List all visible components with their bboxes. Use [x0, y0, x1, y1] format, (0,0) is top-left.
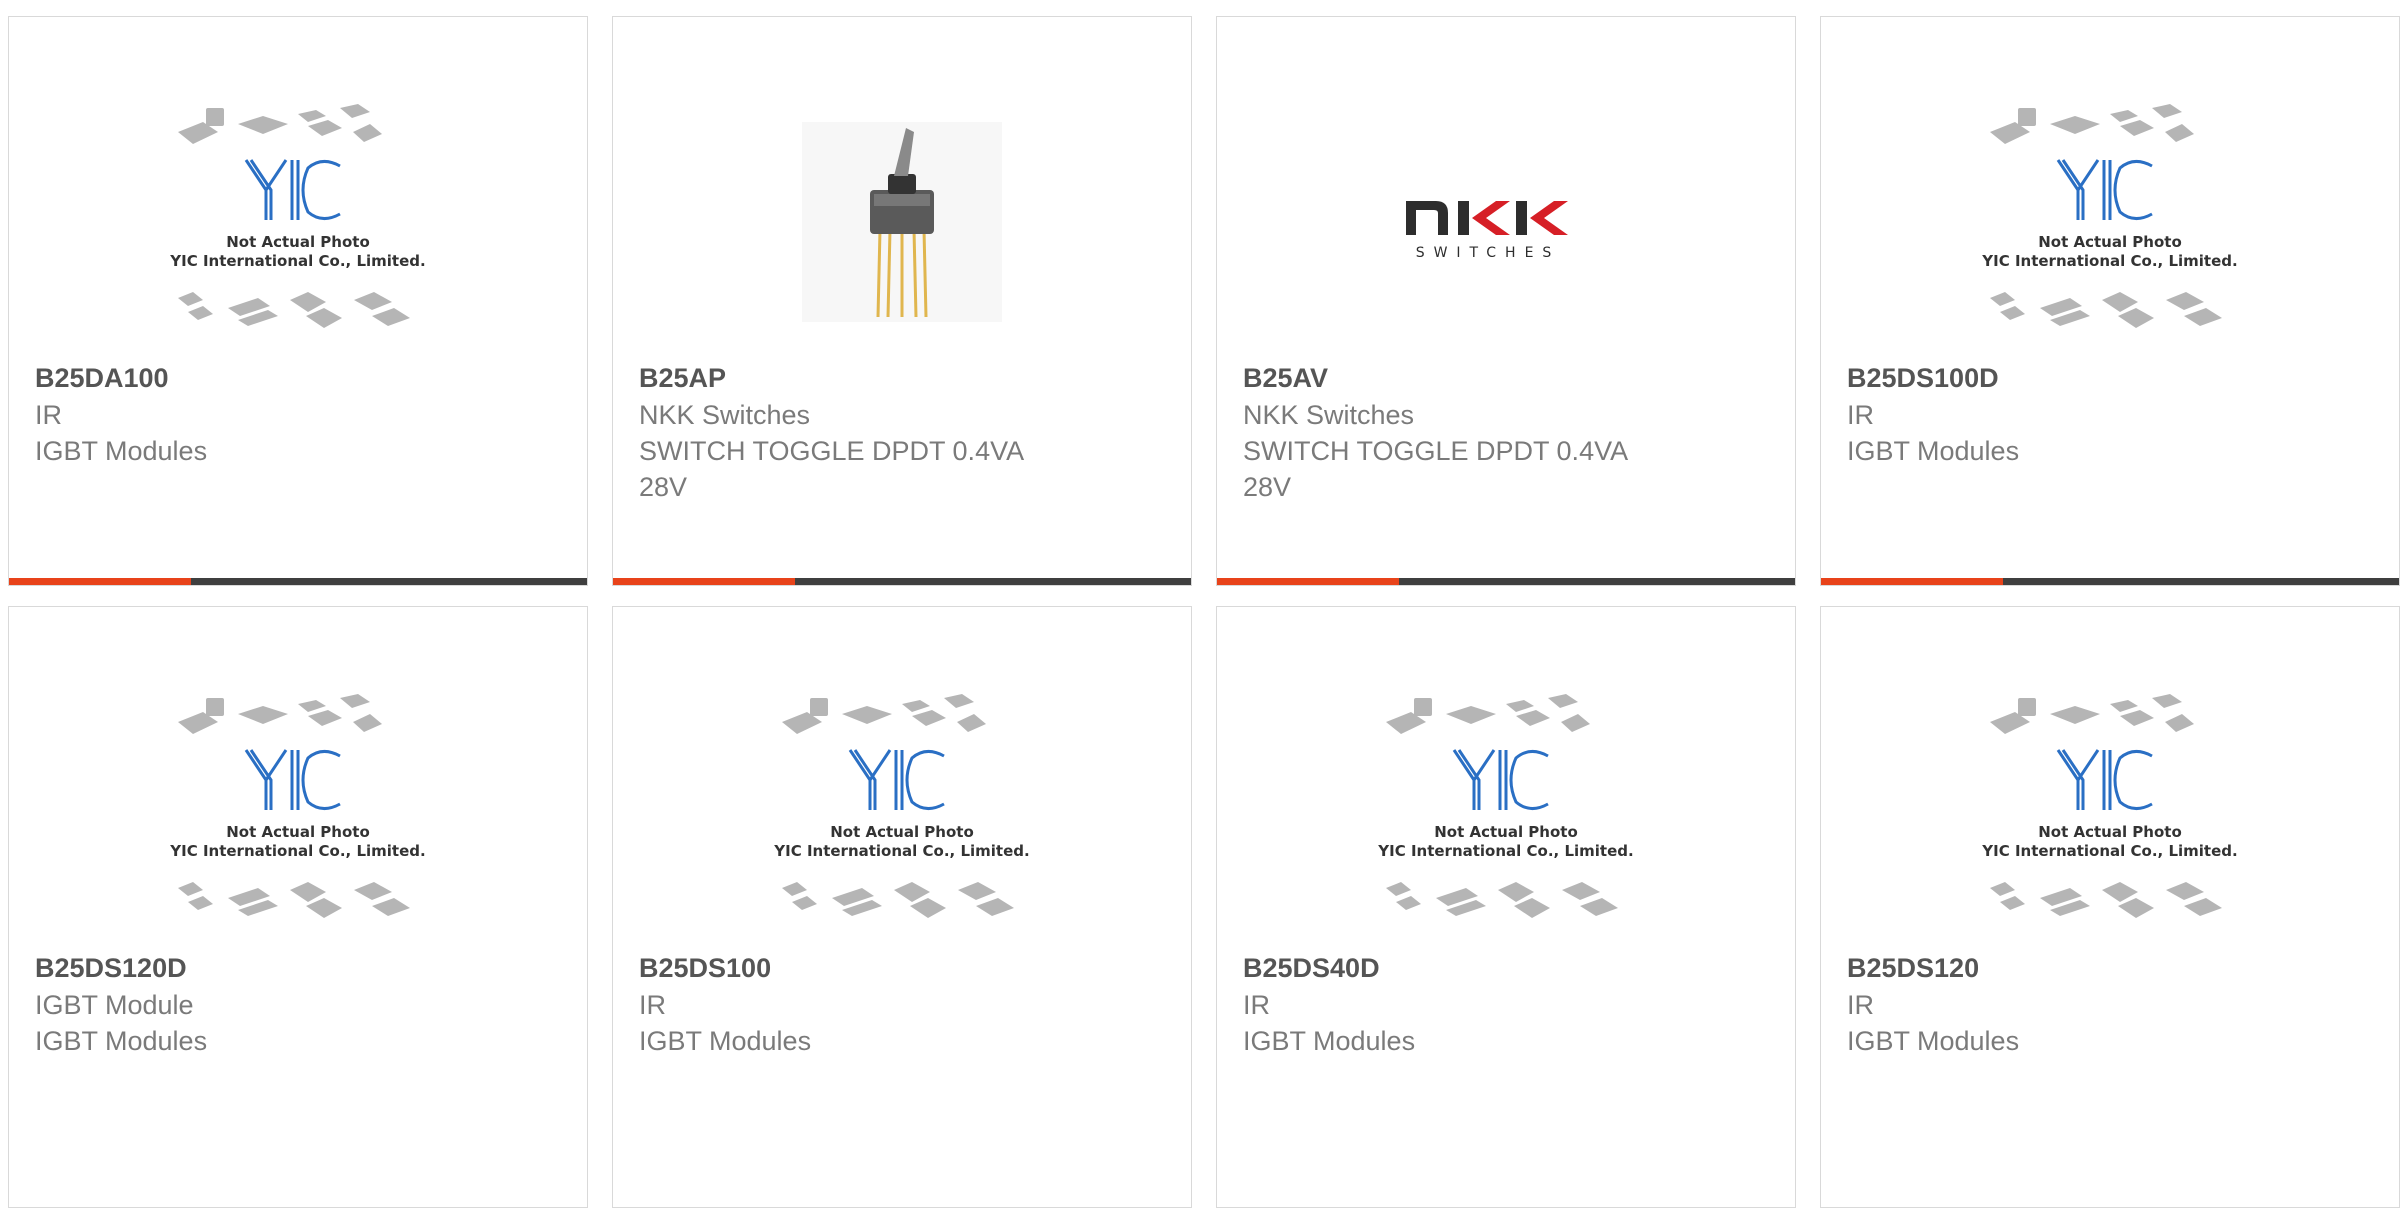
- caption-line-2: YIC International Co., Limited.: [1981, 252, 2237, 270]
- manufacturer: IR: [1243, 990, 1270, 1020]
- product-card[interactable]: Not Actual Photo YIC International Co., …: [1820, 16, 2400, 586]
- description: IGBT Modules: [1847, 1026, 2020, 1056]
- manufacturer: IR: [1847, 400, 1874, 430]
- product-image[interactable]: [613, 77, 1191, 367]
- part-number[interactable]: B25DS100D: [1847, 359, 2379, 397]
- nkk-logo: SWITCHES: [1406, 201, 1568, 261]
- product-image[interactable]: Not Actual Photo YIC International Co., …: [9, 667, 587, 957]
- product-info: B25DA100 IR IGBT Modules: [35, 359, 567, 469]
- yic-placeholder-image: Not Actual Photo YIC International Co., …: [1377, 694, 1634, 918]
- card-bottom-bar: [1217, 578, 1795, 585]
- caption-line-1: Not Actual Photo: [1434, 823, 1578, 841]
- manufacturer: NKK Switches: [639, 400, 811, 430]
- manufacturer: IGBT Module: [35, 990, 194, 1020]
- card-accent-bar: [1217, 578, 1399, 585]
- product-image[interactable]: Not Actual Photo YIC International Co., …: [9, 77, 587, 367]
- product-image[interactable]: SWITCHES: [1217, 77, 1795, 367]
- part-number[interactable]: B25DS100: [639, 949, 1171, 987]
- yic-placeholder-image: Not Actual Photo YIC International Co., …: [169, 104, 426, 328]
- product-image[interactable]: Not Actual Photo YIC International Co., …: [1821, 77, 2399, 367]
- yic-placeholder-image: Not Actual Photo YIC International Co., …: [1981, 104, 2238, 328]
- part-number[interactable]: B25AP: [639, 359, 1171, 397]
- product-card[interactable]: Not Actual Photo YIC International Co., …: [8, 606, 588, 1208]
- caption-line-2: YIC International Co., Limited.: [773, 842, 1029, 860]
- product-info: B25DS40D IR IGBT Modules: [1243, 949, 1775, 1059]
- manufacturer: IR: [639, 990, 666, 1020]
- product-card[interactable]: Not Actual Photo YIC International Co., …: [612, 606, 1192, 1208]
- caption-line-1: Not Actual Photo: [226, 233, 370, 251]
- product-grid: Not Actual Photo YIC International Co., …: [8, 16, 2400, 1208]
- product-info: B25DS100 IR IGBT Modules: [639, 949, 1171, 1059]
- manufacturer: IR: [1847, 990, 1874, 1020]
- product-info: B25AV NKK Switches SWITCH TOGGLE DPDT 0.…: [1243, 359, 1775, 505]
- product-image[interactable]: Not Actual Photo YIC International Co., …: [1821, 667, 2399, 957]
- description: IGBT Modules: [35, 1026, 208, 1056]
- card-accent-bar: [613, 578, 795, 585]
- card-bottom-bar: [9, 578, 587, 585]
- card-bottom-bar: [613, 578, 1191, 585]
- description: SWITCH TOGGLE DPDT 0.4VA 28V: [1243, 436, 1629, 502]
- yic-placeholder-image: Not Actual Photo YIC International Co., …: [169, 694, 426, 918]
- nkk-logo-subtext: SWITCHES: [1416, 245, 1561, 261]
- part-number[interactable]: B25AV: [1243, 359, 1775, 397]
- caption-line-1: Not Actual Photo: [2038, 823, 2182, 841]
- product-image[interactable]: Not Actual Photo YIC International Co., …: [613, 667, 1191, 957]
- part-number[interactable]: B25DA100: [35, 359, 567, 397]
- card-accent-bar: [1821, 578, 2003, 585]
- product-info: B25DS100D IR IGBT Modules: [1847, 359, 2379, 469]
- description: SWITCH TOGGLE DPDT 0.4VA 28V: [639, 436, 1025, 502]
- product-card[interactable]: B25AP NKK Switches SWITCH TOGGLE DPDT 0.…: [612, 16, 1192, 586]
- caption-line-1: Not Actual Photo: [2038, 233, 2182, 251]
- card-accent-bar: [9, 578, 191, 585]
- description: IGBT Modules: [639, 1026, 812, 1056]
- product-info: B25DS120D IGBT Module IGBT Modules: [35, 949, 567, 1059]
- part-number[interactable]: B25DS120D: [35, 949, 567, 987]
- caption-line-2: YIC International Co., Limited.: [169, 252, 425, 270]
- product-card[interactable]: Not Actual Photo YIC International Co., …: [1820, 606, 2400, 1208]
- yic-placeholder-image: Not Actual Photo YIC International Co., …: [773, 694, 1030, 918]
- toggle-switch-photo: [802, 122, 1002, 322]
- part-number[interactable]: B25DS120: [1847, 949, 2379, 987]
- manufacturer: NKK Switches: [1243, 400, 1415, 430]
- product-info: B25AP NKK Switches SWITCH TOGGLE DPDT 0.…: [639, 359, 1171, 505]
- caption-line-1: Not Actual Photo: [226, 823, 370, 841]
- description: IGBT Modules: [1243, 1026, 1416, 1056]
- manufacturer: IR: [35, 400, 62, 430]
- product-image[interactable]: Not Actual Photo YIC International Co., …: [1217, 667, 1795, 957]
- part-number[interactable]: B25DS40D: [1243, 949, 1775, 987]
- card-bottom-bar: [1821, 578, 2399, 585]
- product-card[interactable]: Not Actual Photo YIC International Co., …: [1216, 606, 1796, 1208]
- description: IGBT Modules: [35, 436, 208, 466]
- caption-line-1: Not Actual Photo: [830, 823, 974, 841]
- description: IGBT Modules: [1847, 436, 2020, 466]
- caption-line-2: YIC International Co., Limited.: [169, 842, 425, 860]
- product-card[interactable]: Not Actual Photo YIC International Co., …: [8, 16, 588, 586]
- caption-line-2: YIC International Co., Limited.: [1981, 842, 2237, 860]
- caption-line-2: YIC International Co., Limited.: [1377, 842, 1633, 860]
- product-card[interactable]: SWITCHES B25AV NKK Switches SWITCH TOGGL…: [1216, 16, 1796, 586]
- product-info: B25DS120 IR IGBT Modules: [1847, 949, 2379, 1059]
- yic-placeholder-image: Not Actual Photo YIC International Co., …: [1981, 694, 2238, 918]
